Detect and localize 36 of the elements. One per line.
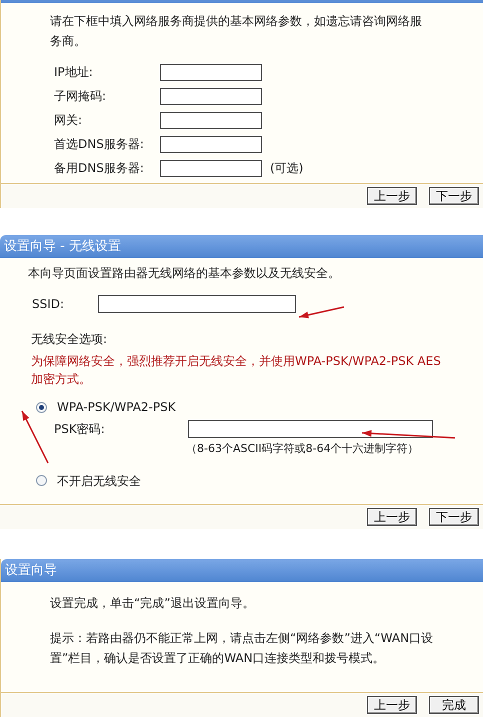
intro-text: 请在下框中填入网络服务商提供的基本网络参数，如遗忘请咨询网络服务商。 [50, 13, 423, 50]
option-label: WPA-PSK/WPA2-PSK [57, 399, 176, 416]
field-label: SSID: [31, 296, 66, 313]
input-field[interactable] [160, 136, 262, 152]
wizard-button[interactable]: 上一步 [367, 508, 417, 526]
input-field[interactable] [160, 112, 262, 128]
panel-title: 设置向导 - 无线设置 [0, 235, 483, 258]
field-label: 网关: [53, 112, 84, 129]
wizard-button[interactable]: 完成 [429, 696, 479, 714]
wizard-button[interactable]: 下一步 [429, 508, 479, 526]
input-field[interactable] [160, 160, 262, 176]
wizard-button[interactable]: 下一步 [429, 187, 479, 205]
ssid-field[interactable] [98, 295, 296, 313]
annotation-arrow [20, 409, 50, 465]
warning-text: 为保障网络安全，强烈推荐开启无线安全，并使用WPA-PSK/WPA2-PSK AES加密方式。 [30, 353, 442, 388]
panel-title: 设置向导 [1, 558, 483, 582]
hint-text: （8-63个ASCII码字符或8-64个十六进制字符） [185, 441, 420, 457]
section-heading: 无线安全选项: [30, 331, 108, 348]
option-label: 不开启无线安全 [57, 472, 141, 490]
tip-text: 提示：若路由器仍不能正常上网，请点击左侧“网络参数”进入“WAN口设置”栏目，确认是否设置了正确的WAN口连接类型和拨号模式。 [50, 630, 434, 666]
message-text: 设置完成，单击“完成”退出设置向导。 [50, 594, 256, 612]
optional-note: (可选) [270, 160, 304, 177]
radio-button[interactable] [36, 402, 47, 412]
radio-button[interactable] [36, 475, 47, 486]
input-field[interactable] [160, 88, 262, 104]
field-label: PSK密码: [54, 421, 106, 438]
input-field[interactable] [160, 64, 262, 80]
intro-text: 本向导页面设置路由器无线网络的基本参数以及无线安全。 [28, 265, 341, 282]
field-label: 备用DNS服务器: [53, 160, 145, 177]
annotation-arrow [297, 305, 346, 320]
password-field[interactable] [188, 420, 433, 438]
field-label: 首选DNS服务器: [53, 136, 145, 153]
wizard-button[interactable]: 上一步 [367, 696, 417, 714]
wizard-button[interactable]: 上一步 [367, 187, 417, 205]
field-label: IP地址: [53, 64, 94, 81]
field-label: 子网掩码: [53, 88, 108, 105]
